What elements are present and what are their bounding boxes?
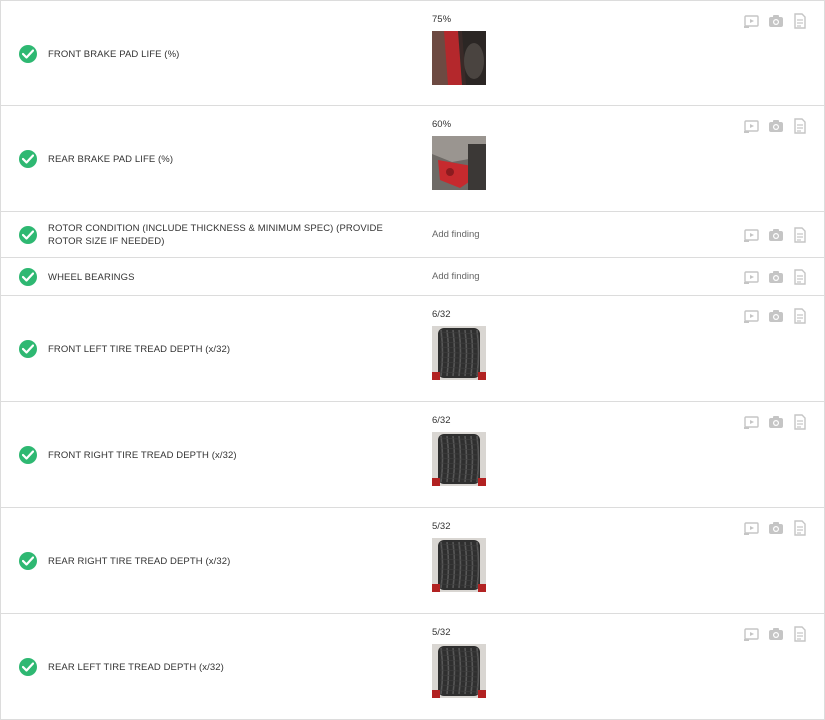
inspection-item-label: REAR RIGHT TIRE TREAD DEPTH (x/32) <box>48 556 231 567</box>
inspection-item-label: ROTOR CONDITION (INCLUDE THICKNESS & MIN… <box>48 223 383 247</box>
row-actions <box>744 626 808 642</box>
video-icon[interactable] <box>744 626 760 642</box>
camera-icon[interactable] <box>768 520 784 536</box>
check-circle-icon[interactable] <box>19 446 37 464</box>
finding-photo[interactable] <box>432 538 486 592</box>
row-actions <box>744 269 808 285</box>
row-actions <box>744 520 808 536</box>
finding-photo[interactable] <box>432 136 486 190</box>
check-circle-icon[interactable] <box>19 45 37 63</box>
row-actions <box>744 118 808 134</box>
check-circle-icon[interactable] <box>19 150 37 168</box>
check-circle-icon[interactable] <box>19 340 37 358</box>
video-icon[interactable] <box>744 414 760 430</box>
note-icon[interactable] <box>792 227 808 243</box>
camera-icon[interactable] <box>768 414 784 430</box>
check-circle-icon[interactable] <box>19 552 37 570</box>
inspection-item-label: FRONT BRAKE PAD LIFE (%) <box>48 49 180 60</box>
inspection-row[interactable]: ROTOR CONDITION (INCLUDE THICKNESS & MIN… <box>0 212 825 258</box>
check-circle-icon[interactable] <box>19 226 37 244</box>
note-icon[interactable] <box>792 414 808 430</box>
camera-icon[interactable] <box>768 118 784 134</box>
inspection-row[interactable]: FRONT LEFT TIRE TREAD DEPTH (x/32) 6/32 <box>0 296 825 402</box>
inspection-row[interactable]: WHEEL BEARINGS Add finding <box>0 258 825 296</box>
finding-value: 5/32 <box>432 521 451 532</box>
note-icon[interactable] <box>792 626 808 642</box>
row-actions <box>744 227 808 243</box>
inspection-item-label: WHEEL BEARINGS <box>48 272 135 283</box>
video-icon[interactable] <box>744 13 760 29</box>
row-actions <box>744 13 808 29</box>
check-circle-icon[interactable] <box>19 658 37 676</box>
inspection-row[interactable]: REAR RIGHT TIRE TREAD DEPTH (x/32) 5/32 <box>0 508 825 614</box>
finding-value: 60% <box>432 119 452 130</box>
inspection-row[interactable]: FRONT RIGHT TIRE TREAD DEPTH (x/32) 6/32 <box>0 402 825 508</box>
inspection-row[interactable]: FRONT BRAKE PAD LIFE (%) 75% <box>0 0 825 106</box>
row-actions <box>744 308 808 324</box>
finding-photo[interactable] <box>432 644 486 698</box>
inspection-item-label: FRONT LEFT TIRE TREAD DEPTH (x/32) <box>48 344 231 355</box>
inspection-item-label: REAR LEFT TIRE TREAD DEPTH (x/32) <box>48 662 224 673</box>
camera-icon[interactable] <box>768 227 784 243</box>
finding-photo[interactable] <box>432 432 486 486</box>
video-icon[interactable] <box>744 269 760 285</box>
add-finding-link[interactable]: Add finding <box>432 271 480 282</box>
add-finding-link[interactable]: Add finding <box>432 229 480 240</box>
camera-icon[interactable] <box>768 13 784 29</box>
note-icon[interactable] <box>792 118 808 134</box>
inspection-item-label: FRONT RIGHT TIRE TREAD DEPTH (x/32) <box>48 450 237 461</box>
camera-icon[interactable] <box>768 308 784 324</box>
note-icon[interactable] <box>792 520 808 536</box>
finding-value: 6/32 <box>432 415 451 426</box>
video-icon[interactable] <box>744 308 760 324</box>
video-icon[interactable] <box>744 227 760 243</box>
finding-value: 5/32 <box>432 627 451 638</box>
finding-value: 6/32 <box>432 309 451 320</box>
video-icon[interactable] <box>744 520 760 536</box>
finding-photo[interactable] <box>432 31 486 85</box>
finding-value: 75% <box>432 14 452 25</box>
camera-icon[interactable] <box>768 269 784 285</box>
note-icon[interactable] <box>792 13 808 29</box>
video-icon[interactable] <box>744 118 760 134</box>
inspection-row[interactable]: REAR BRAKE PAD LIFE (%) 60% <box>0 106 825 212</box>
finding-photo[interactable] <box>432 326 486 380</box>
check-circle-icon[interactable] <box>19 268 37 286</box>
inspection-list: FRONT BRAKE PAD LIFE (%) 75% REAR BRAKE PA… <box>0 0 825 720</box>
inspection-item-label: REAR BRAKE PAD LIFE (%) <box>48 154 174 165</box>
row-actions <box>744 414 808 430</box>
camera-icon[interactable] <box>768 626 784 642</box>
note-icon[interactable] <box>792 269 808 285</box>
note-icon[interactable] <box>792 308 808 324</box>
inspection-row[interactable]: REAR LEFT TIRE TREAD DEPTH (x/32) 5/32 <box>0 614 825 720</box>
